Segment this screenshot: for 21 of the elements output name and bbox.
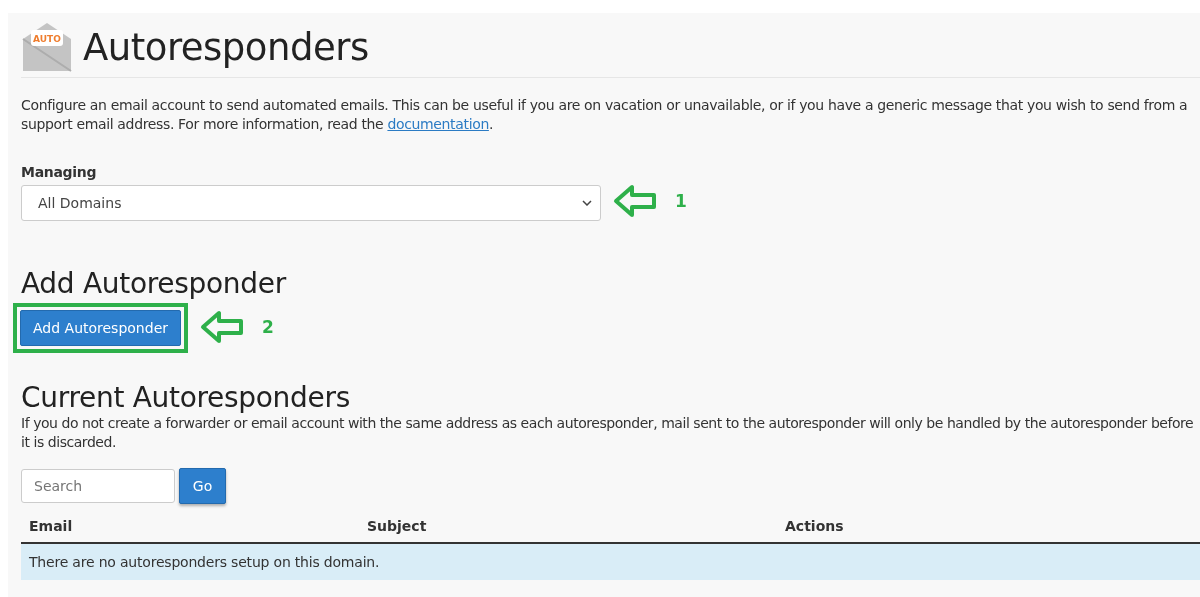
column-header: Subject — [367, 518, 428, 534]
note-text: If you do not create a forwarder or email account with the same address as each autoresponder, mail sent to the autoresponder will only be handled by the autoresponder before it is discarded. — [21, 414, 1195, 452]
arrow-icon — [613, 183, 657, 218]
documentation-link[interactable]: documentation — [387, 116, 489, 132]
empty-message: There are no autoresponders setup on this domain. — [29, 554, 380, 570]
field-label: Managing — [21, 164, 98, 180]
column-header: Actions — [785, 518, 844, 534]
annotation-number: 2 — [262, 316, 274, 337]
chevron-icon — [582, 200, 592, 206]
page-title: Autoresponders — [83, 25, 369, 69]
search-field[interactable]: Search — [21, 469, 175, 503]
envelope-icon: AUTO — [22, 23, 72, 72]
column-header: Email — [29, 518, 74, 534]
description-text: Configure an email account to send automated emails. This can be useful if you are on vacation or unavailable, or if you have a generic message that you wish to send from a support email address. For more information, read the documentation. — [21, 96, 1189, 134]
annotation-number: 1 — [675, 190, 687, 211]
domain-select[interactable]: All Domains — [21, 185, 601, 221]
add-autoresponder-button[interactable]: Add Autoresponder — [20, 310, 181, 346]
go-button[interactable]: Go — [179, 468, 226, 504]
section-heading: Add Autoresponder — [21, 267, 288, 300]
arrow-icon — [200, 309, 244, 344]
section-heading: Current Autoresponders — [21, 381, 351, 414]
